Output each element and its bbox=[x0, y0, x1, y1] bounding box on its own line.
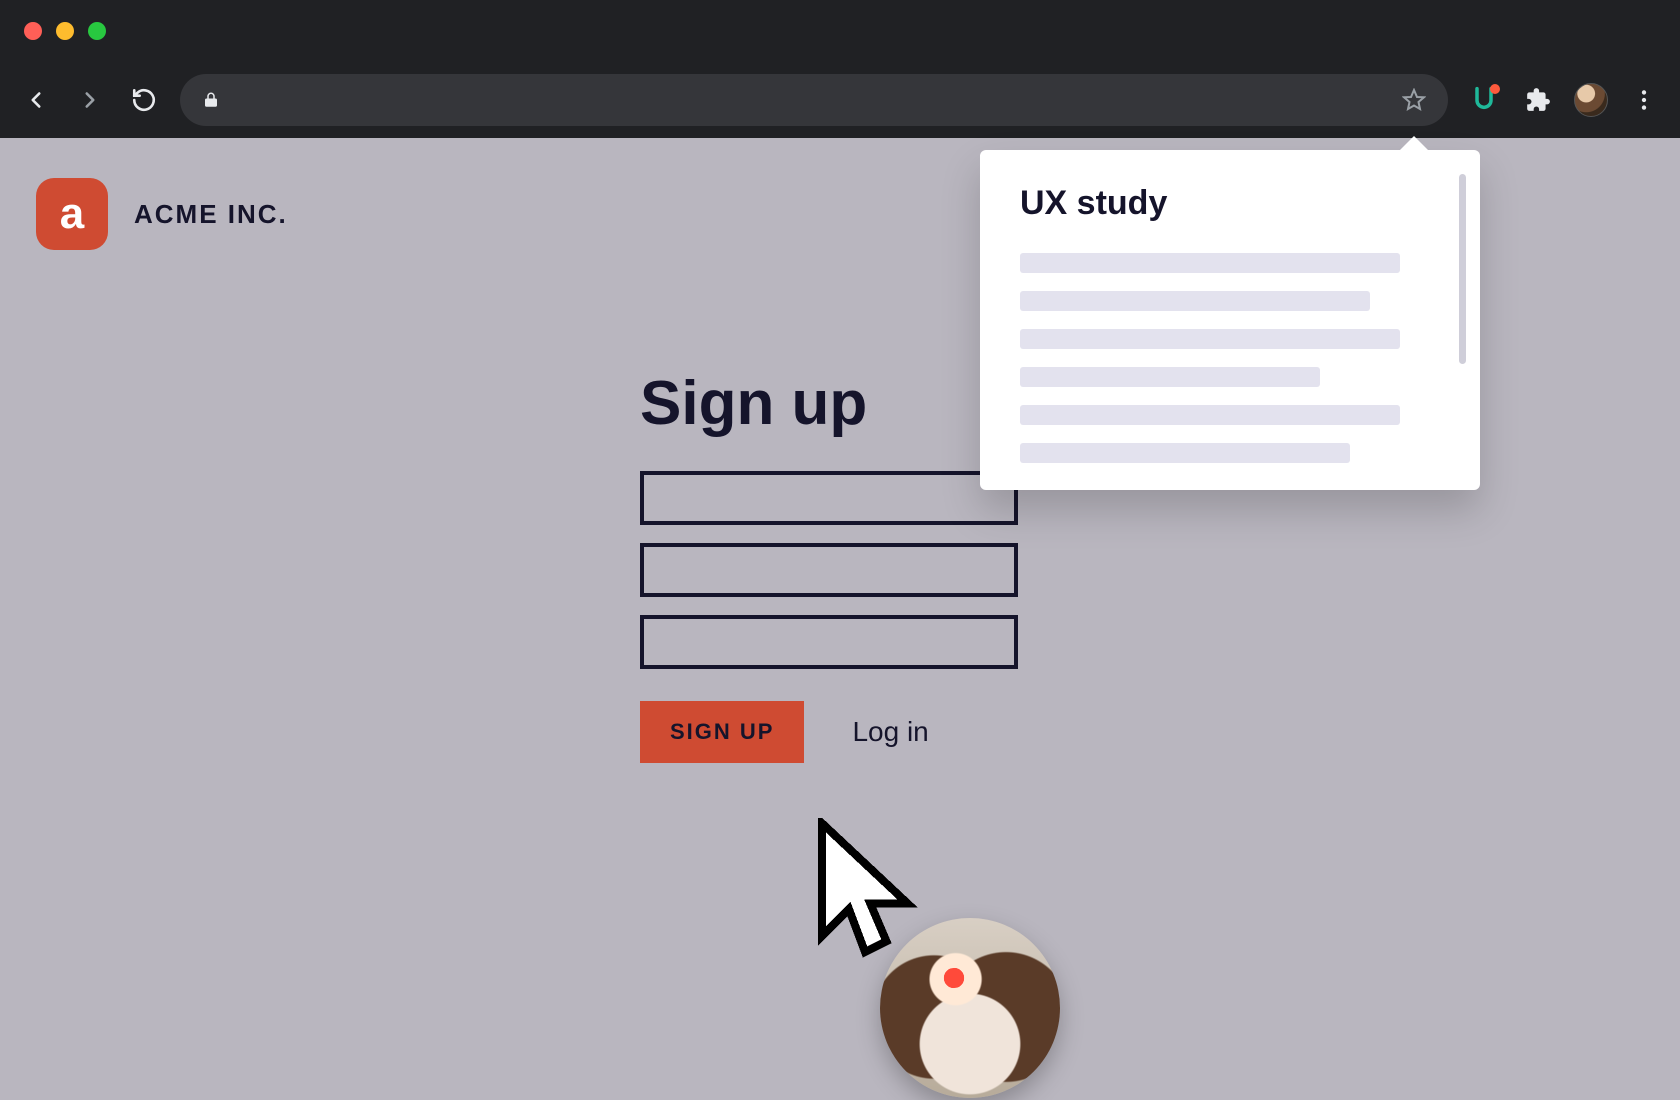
brand-logo-letter: a bbox=[60, 189, 84, 239]
signup-button[interactable]: SIGN UP bbox=[640, 701, 804, 763]
window-titlebar bbox=[0, 0, 1680, 62]
placeholder-line bbox=[1020, 291, 1370, 311]
signup-field-3[interactable] bbox=[640, 615, 1018, 669]
bookmark-star-icon[interactable] bbox=[1402, 88, 1426, 112]
brand-block: a ACME INC. bbox=[36, 178, 288, 250]
brand-name: ACME INC. bbox=[134, 199, 288, 230]
extension-userinterviews-button[interactable] bbox=[1466, 82, 1502, 118]
placeholder-line bbox=[1020, 253, 1400, 273]
signup-field-1[interactable] bbox=[640, 471, 1018, 525]
profile-avatar[interactable] bbox=[1574, 83, 1608, 117]
browser-menu-button[interactable] bbox=[1626, 82, 1662, 118]
back-button[interactable] bbox=[18, 82, 54, 118]
extension-popup-title: UX study bbox=[1020, 184, 1444, 223]
popup-scrollbar[interactable] bbox=[1459, 174, 1466, 364]
placeholder-line bbox=[1020, 443, 1350, 463]
signup-field-2[interactable] bbox=[640, 543, 1018, 597]
extension-popup[interactable]: UX study bbox=[980, 150, 1480, 490]
participant-avatar bbox=[880, 918, 1060, 1098]
browser-chrome bbox=[0, 0, 1680, 138]
window-zoom-icon[interactable] bbox=[88, 22, 106, 40]
extensions-button[interactable] bbox=[1520, 82, 1556, 118]
placeholder-line bbox=[1020, 405, 1400, 425]
notification-dot-icon bbox=[1490, 84, 1500, 94]
brand-logo: a bbox=[36, 178, 108, 250]
window-close-icon[interactable] bbox=[24, 22, 42, 40]
browser-toolbar bbox=[0, 62, 1680, 138]
placeholder-line bbox=[1020, 367, 1320, 387]
window-minimize-icon[interactable] bbox=[56, 22, 74, 40]
lock-icon bbox=[202, 91, 220, 109]
placeholder-line bbox=[1020, 329, 1400, 349]
address-bar[interactable] bbox=[180, 74, 1448, 126]
forward-button[interactable] bbox=[72, 82, 108, 118]
extension-popup-body bbox=[1020, 253, 1444, 463]
login-link[interactable]: Log in bbox=[852, 716, 928, 748]
reload-button[interactable] bbox=[126, 82, 162, 118]
signup-actions: SIGN UP Log in bbox=[640, 701, 1040, 763]
